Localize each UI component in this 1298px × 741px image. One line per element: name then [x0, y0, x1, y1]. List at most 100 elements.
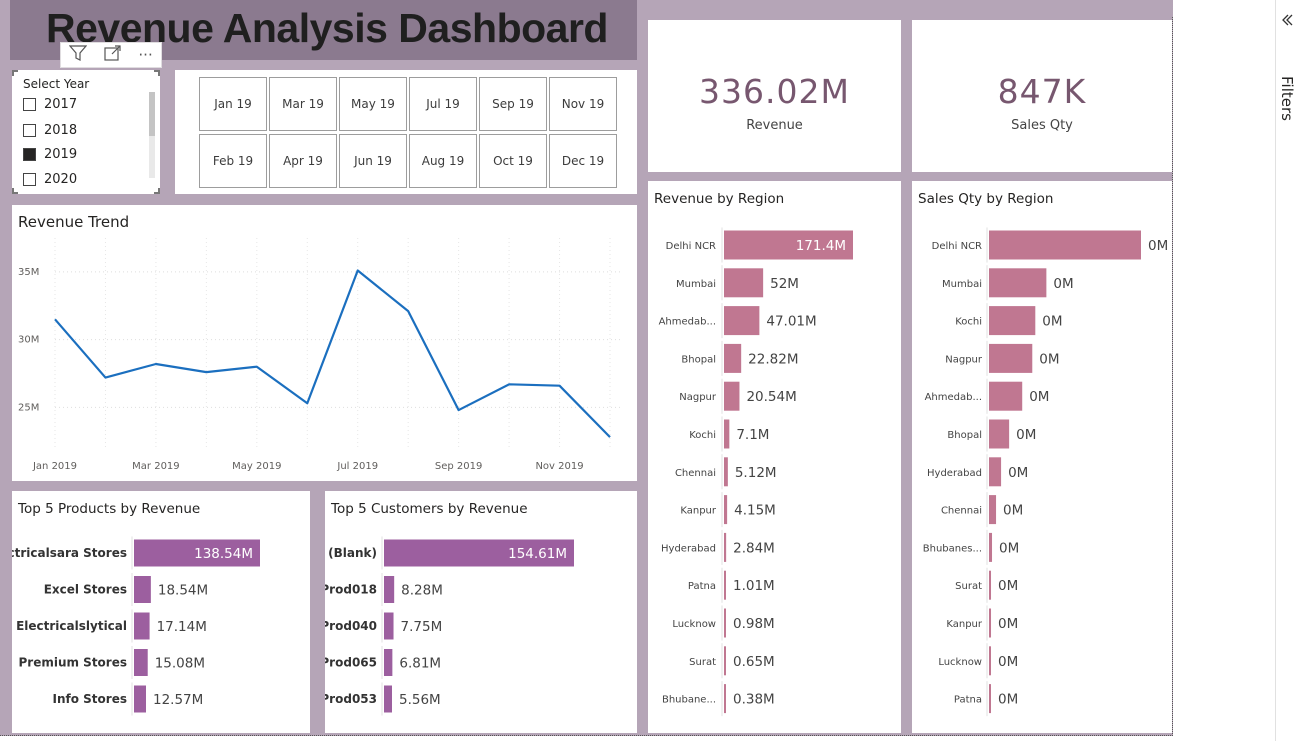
bar[interactable] [724, 684, 726, 714]
bar[interactable] [989, 306, 1036, 336]
bar[interactable] [724, 608, 726, 638]
month-button[interactable]: Jan 19 [199, 77, 267, 131]
data-point[interactable] [406, 309, 411, 314]
bar[interactable] [989, 495, 997, 525]
data-point[interactable] [557, 383, 562, 388]
data-point[interactable] [608, 435, 613, 440]
checkbox[interactable] [23, 173, 36, 186]
year-option-2018[interactable]: 2018 [23, 123, 77, 138]
data-label: 0M [1053, 276, 1073, 292]
more-options-icon[interactable]: ··· [138, 46, 152, 64]
top-products-chart[interactable]: Top 5 Products by Revenue Electricalsara… [0, 491, 310, 733]
category-label: Delhi NCR [666, 241, 716, 252]
filter-icon[interactable] [68, 45, 88, 65]
data-point[interactable] [153, 362, 158, 367]
kpi-label: Sales Qty [1011, 118, 1073, 133]
bar[interactable] [134, 649, 148, 676]
resize-handle[interactable] [154, 188, 160, 194]
bar[interactable] [989, 532, 993, 562]
data-label: 0M [1016, 427, 1036, 443]
bar[interactable] [989, 608, 992, 638]
bar[interactable] [724, 306, 760, 336]
bar[interactable] [989, 570, 992, 600]
data-point[interactable] [456, 408, 461, 413]
bar[interactable] [724, 570, 726, 600]
bar[interactable] [724, 343, 742, 373]
category-label: Chennai [941, 506, 982, 517]
month-button[interactable]: Mar 19 [269, 77, 337, 131]
bar[interactable] [989, 684, 991, 714]
focus-mode-icon[interactable] [104, 45, 122, 65]
month-button[interactable]: Jun 19 [339, 134, 407, 188]
month-button[interactable]: Apr 19 [269, 134, 337, 188]
chevron-left-icon[interactable] [1280, 12, 1294, 26]
bar[interactable] [134, 576, 151, 603]
category-label: Ahmedab... [659, 317, 716, 328]
data-label: 0M [999, 540, 1019, 556]
month-button[interactable]: Dec 19 [549, 134, 617, 188]
data-label: 171.4M [796, 238, 846, 254]
data-label: 5.12M [735, 465, 777, 481]
resize-handle[interactable] [12, 188, 18, 194]
checkbox[interactable] [23, 124, 36, 137]
revenue-series-line[interactable] [54, 269, 611, 438]
data-label: 2.84M [733, 540, 775, 556]
bar[interactable] [384, 576, 395, 603]
data-point[interactable] [507, 382, 512, 387]
data-point[interactable] [103, 375, 108, 380]
bar[interactable] [989, 230, 1141, 260]
month-button[interactable]: Oct 19 [479, 134, 547, 188]
data-label: 8.28M [401, 583, 443, 599]
data-point[interactable] [254, 364, 259, 369]
bar[interactable] [134, 685, 146, 713]
bar[interactable] [989, 381, 1023, 411]
bar[interactable] [724, 419, 730, 449]
bar[interactable] [134, 612, 150, 640]
month-button[interactable]: Sep 19 [479, 77, 547, 131]
year-slicer[interactable]: Select Year 2017 2018 2019 2020 [12, 70, 160, 194]
bar[interactable] [989, 457, 1002, 487]
sales-qty-by-region-chart[interactable]: Sales Qty by Region Delhi NCR 0M Mumbai 0M K… [912, 181, 1172, 733]
checkbox-checked[interactable] [23, 148, 36, 161]
bar[interactable] [384, 685, 392, 713]
data-point[interactable] [355, 268, 360, 273]
month-button[interactable]: Nov 19 [549, 77, 617, 131]
month-button[interactable]: May 19 [339, 77, 407, 131]
revenue-trend-chart[interactable]: Revenue Trend 35M 30M 25M Jan 2019 Mar 2019 M… [12, 205, 637, 481]
bar[interactable] [384, 649, 393, 676]
top-customers-chart[interactable]: Top 5 Customers by Revenue (Blank) 154.61… [320, 491, 637, 733]
bar[interactable] [724, 495, 728, 525]
year-label: 2020 [44, 172, 78, 187]
bar[interactable] [989, 419, 1010, 449]
filters-pane[interactable]: Filters [1275, 0, 1298, 741]
resize-handle[interactable] [12, 70, 18, 76]
bar[interactable] [724, 381, 740, 411]
bar[interactable] [724, 457, 728, 487]
year-option-2017[interactable]: 2017 [23, 97, 77, 112]
data-point[interactable] [305, 401, 310, 406]
data-point[interactable] [204, 370, 209, 375]
bar[interactable] [724, 532, 727, 562]
filters-label[interactable]: Filters [1278, 76, 1296, 121]
slicer-scrollbar-thumb[interactable] [149, 92, 155, 136]
bar[interactable] [989, 268, 1047, 298]
category-label: Info Stores [53, 692, 127, 706]
bar[interactable] [384, 612, 394, 640]
resize-handle[interactable] [154, 70, 160, 76]
data-point[interactable] [53, 317, 58, 322]
month-button[interactable]: Jul 19 [409, 77, 477, 131]
category-label: Nagpur [679, 392, 717, 403]
year-option-2019[interactable]: 2019 [23, 147, 77, 162]
bar[interactable] [989, 343, 1033, 373]
y-tick-label: 30M [18, 335, 39, 346]
bar[interactable] [989, 646, 991, 676]
month-button[interactable]: Feb 19 [199, 134, 267, 188]
month-button[interactable]: Aug 19 [409, 134, 477, 188]
category-label: Prod040 [325, 619, 377, 633]
bar[interactable] [724, 646, 726, 676]
data-label: 52M [770, 276, 799, 292]
revenue-by-region-chart[interactable]: Revenue by Region Delhi NCR 171.4M Mumbai 5… [648, 181, 901, 733]
checkbox[interactable] [23, 98, 36, 111]
bar[interactable] [724, 268, 764, 298]
year-option-2020[interactable]: 2020 [23, 172, 77, 187]
